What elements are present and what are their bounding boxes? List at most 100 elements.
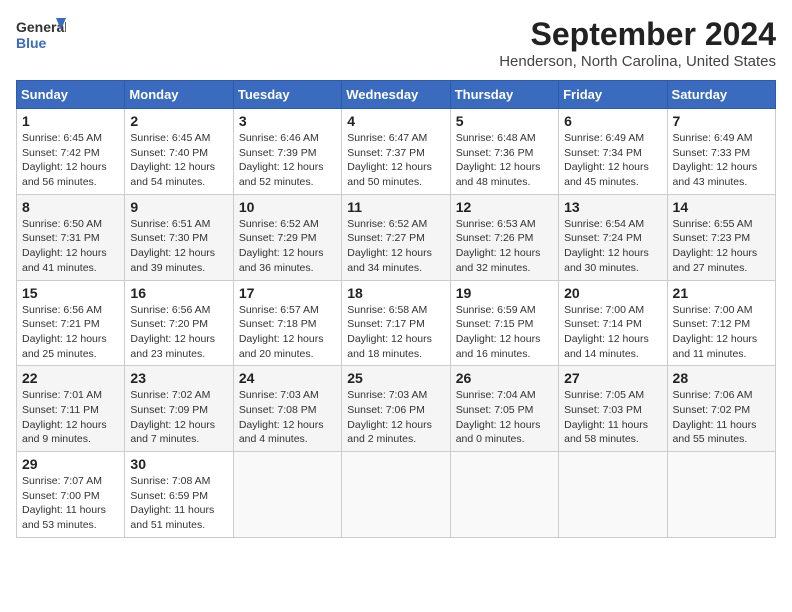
calendar-cell: 4 Sunrise: 6:47 AMSunset: 7:37 PMDaylight…	[342, 109, 450, 195]
logo: GeneralBlue	[16, 16, 66, 52]
calendar-cell	[559, 452, 667, 538]
day-number: 3	[239, 113, 336, 129]
weekday-header-thursday: Thursday	[450, 81, 558, 109]
day-detail: Sunrise: 7:06 AMSunset: 7:02 PMDaylight:…	[673, 388, 770, 447]
calendar-cell: 20 Sunrise: 7:00 AMSunset: 7:14 PMDayligh…	[559, 280, 667, 366]
day-detail: Sunrise: 6:45 AMSunset: 7:40 PMDaylight:…	[130, 131, 227, 190]
calendar-cell: 30Sunrise: 7:08 AMSunset: 6:59 PMDayligh…	[125, 452, 233, 538]
day-number: 8	[22, 199, 119, 215]
calendar-cell: 27 Sunrise: 7:05 AMSunset: 7:03 PMDayligh…	[559, 366, 667, 452]
day-detail: Sunrise: 7:00 AMSunset: 7:12 PMDaylight:…	[673, 303, 770, 362]
day-number: 29	[22, 456, 119, 472]
calendar-cell: 7 Sunrise: 6:49 AMSunset: 7:33 PMDaylight…	[667, 109, 775, 195]
day-detail: Sunrise: 6:54 AMSunset: 7:24 PMDaylight:…	[564, 217, 661, 276]
day-detail: Sunrise: 6:47 AMSunset: 7:37 PMDaylight:…	[347, 131, 444, 190]
day-number: 12	[456, 199, 553, 215]
day-detail: Sunrise: 7:05 AMSunset: 7:03 PMDaylight:…	[564, 388, 661, 447]
day-number: 17	[239, 285, 336, 301]
weekday-header-wednesday: Wednesday	[342, 81, 450, 109]
calendar-cell: 19Sunrise: 6:59 AMSunset: 7:15 PMDayligh…	[450, 280, 558, 366]
day-detail: Sunrise: 6:57 AMSunset: 7:18 PMDaylight:…	[239, 303, 336, 362]
calendar-cell	[450, 452, 558, 538]
day-detail: Sunrise: 6:53 AMSunset: 7:26 PMDaylight:…	[456, 217, 553, 276]
weekday-header-row: SundayMondayTuesdayWednesdayThursdayFrid…	[17, 81, 776, 109]
day-detail: Sunrise: 6:45 AMSunset: 7:42 PMDaylight:…	[22, 131, 119, 190]
week-row-5: 29 Sunrise: 7:07 AMSunset: 7:00 PMDayligh…	[17, 452, 776, 538]
day-number: 24	[239, 370, 336, 386]
day-number: 25	[347, 370, 444, 386]
calendar-cell: 21 Sunrise: 7:00 AMSunset: 7:12 PMDayligh…	[667, 280, 775, 366]
calendar-cell: 15 Sunrise: 6:56 AMSunset: 7:21 PMDayligh…	[17, 280, 125, 366]
week-row-2: 8 Sunrise: 6:50 AMSunset: 7:31 PMDaylight…	[17, 194, 776, 280]
day-detail: Sunrise: 6:46 AMSunset: 7:39 PMDaylight:…	[239, 131, 336, 190]
day-detail: Sunrise: 6:49 AMSunset: 7:33 PMDaylight:…	[673, 131, 770, 190]
day-detail: Sunrise: 7:07 AMSunset: 7:00 PMDaylight:…	[22, 474, 119, 533]
calendar-cell: 16 Sunrise: 6:56 AMSunset: 7:20 PMDayligh…	[125, 280, 233, 366]
day-number: 18	[347, 285, 444, 301]
day-number: 4	[347, 113, 444, 129]
calendar-cell: 26 Sunrise: 7:04 AMSunset: 7:05 PMDayligh…	[450, 366, 558, 452]
day-detail: Sunrise: 6:48 AMSunset: 7:36 PMDaylight:…	[456, 131, 553, 190]
calendar-cell: 1 Sunrise: 6:45 AMSunset: 7:42 PMDaylight…	[17, 109, 125, 195]
day-number: 26	[456, 370, 553, 386]
calendar-cell: 24 Sunrise: 7:03 AMSunset: 7:08 PMDayligh…	[233, 366, 341, 452]
weekday-header-tuesday: Tuesday	[233, 81, 341, 109]
logo-icon: GeneralBlue	[16, 16, 66, 52]
calendar-cell: 25 Sunrise: 7:03 AMSunset: 7:06 PMDayligh…	[342, 366, 450, 452]
calendar-cell: 28Sunrise: 7:06 AMSunset: 7:02 PMDayligh…	[667, 366, 775, 452]
week-row-3: 15 Sunrise: 6:56 AMSunset: 7:21 PMDayligh…	[17, 280, 776, 366]
calendar-cell: 17 Sunrise: 6:57 AMSunset: 7:18 PMDayligh…	[233, 280, 341, 366]
header: GeneralBlue September 2024 Henderson, No…	[16, 16, 776, 70]
day-detail: Sunrise: 7:03 AMSunset: 7:08 PMDaylight:…	[239, 388, 336, 447]
week-row-1: 1 Sunrise: 6:45 AMSunset: 7:42 PMDaylight…	[17, 109, 776, 195]
day-number: 11	[347, 199, 444, 215]
day-number: 10	[239, 199, 336, 215]
day-number: 27	[564, 370, 661, 386]
calendar-cell: 18 Sunrise: 6:58 AMSunset: 7:17 PMDayligh…	[342, 280, 450, 366]
day-detail: Sunrise: 7:00 AMSunset: 7:14 PMDaylight:…	[564, 303, 661, 362]
title-area: September 2024 Henderson, North Carolina…	[499, 16, 776, 70]
day-number: 16	[130, 285, 227, 301]
day-number: 14	[673, 199, 770, 215]
calendar-cell: 2Sunrise: 6:45 AMSunset: 7:40 PMDaylight…	[125, 109, 233, 195]
day-detail: Sunrise: 7:01 AMSunset: 7:11 PMDaylight:…	[22, 388, 119, 447]
day-detail: Sunrise: 6:56 AMSunset: 7:21 PMDaylight:…	[22, 303, 119, 362]
calendar-cell: 11 Sunrise: 6:52 AMSunset: 7:27 PMDayligh…	[342, 194, 450, 280]
day-number: 7	[673, 113, 770, 129]
day-detail: Sunrise: 6:52 AMSunset: 7:29 PMDaylight:…	[239, 217, 336, 276]
day-detail: Sunrise: 7:04 AMSunset: 7:05 PMDaylight:…	[456, 388, 553, 447]
day-number: 21	[673, 285, 770, 301]
day-detail: Sunrise: 6:58 AMSunset: 7:17 PMDaylight:…	[347, 303, 444, 362]
calendar-cell	[342, 452, 450, 538]
day-detail: Sunrise: 6:59 AMSunset: 7:15 PMDaylight:…	[456, 303, 553, 362]
day-number: 1	[22, 113, 119, 129]
day-number: 9	[130, 199, 227, 215]
location-title: Henderson, North Carolina, United States	[499, 53, 776, 70]
day-detail: Sunrise: 6:52 AMSunset: 7:27 PMDaylight:…	[347, 217, 444, 276]
calendar-cell	[667, 452, 775, 538]
calendar-cell: 5Sunrise: 6:48 AMSunset: 7:36 PMDaylight…	[450, 109, 558, 195]
day-detail: Sunrise: 6:56 AMSunset: 7:20 PMDaylight:…	[130, 303, 227, 362]
weekday-header-sunday: Sunday	[17, 81, 125, 109]
svg-text:Blue: Blue	[16, 35, 47, 51]
day-number: 20	[564, 285, 661, 301]
calendar-table: SundayMondayTuesdayWednesdayThursdayFrid…	[16, 80, 776, 538]
week-row-4: 22 Sunrise: 7:01 AMSunset: 7:11 PMDayligh…	[17, 366, 776, 452]
weekday-header-monday: Monday	[125, 81, 233, 109]
calendar-cell: 3 Sunrise: 6:46 AMSunset: 7:39 PMDaylight…	[233, 109, 341, 195]
calendar-cell: 12 Sunrise: 6:53 AMSunset: 7:26 PMDayligh…	[450, 194, 558, 280]
calendar-cell	[233, 452, 341, 538]
day-detail: Sunrise: 7:02 AMSunset: 7:09 PMDaylight:…	[130, 388, 227, 447]
day-number: 22	[22, 370, 119, 386]
day-detail: Sunrise: 6:50 AMSunset: 7:31 PMDaylight:…	[22, 217, 119, 276]
day-number: 6	[564, 113, 661, 129]
day-number: 13	[564, 199, 661, 215]
day-detail: Sunrise: 7:08 AMSunset: 6:59 PMDaylight:…	[130, 474, 227, 533]
calendar-cell: 9Sunrise: 6:51 AMSunset: 7:30 PMDaylight…	[125, 194, 233, 280]
day-number: 15	[22, 285, 119, 301]
calendar-cell: 14Sunrise: 6:55 AMSunset: 7:23 PMDayligh…	[667, 194, 775, 280]
day-detail: Sunrise: 6:49 AMSunset: 7:34 PMDaylight:…	[564, 131, 661, 190]
calendar-cell: 29 Sunrise: 7:07 AMSunset: 7:00 PMDayligh…	[17, 452, 125, 538]
day-detail: Sunrise: 7:03 AMSunset: 7:06 PMDaylight:…	[347, 388, 444, 447]
calendar-cell: 22 Sunrise: 7:01 AMSunset: 7:11 PMDayligh…	[17, 366, 125, 452]
